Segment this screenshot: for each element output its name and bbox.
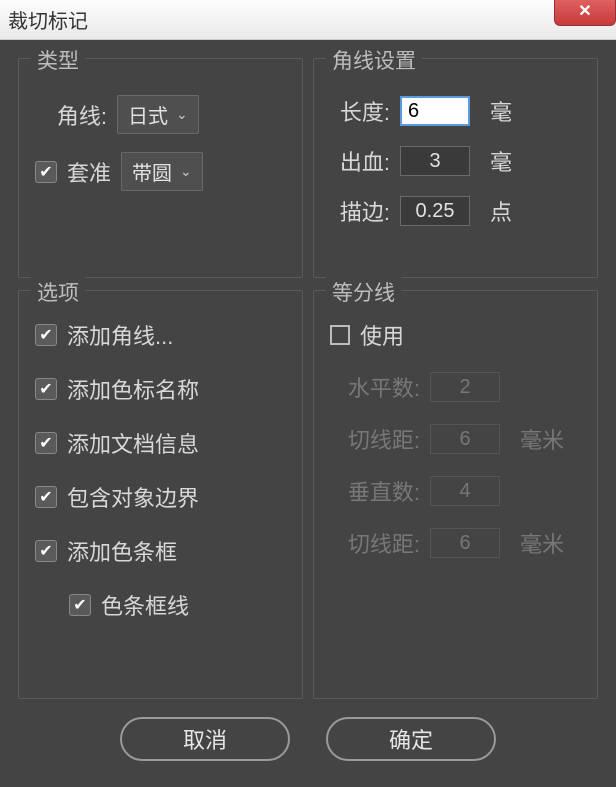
button-bar: 取消 确定	[18, 699, 598, 769]
group-title-corner: 角线设置	[326, 45, 422, 75]
h-dist-unit: 毫米	[520, 423, 564, 455]
option-row: 添加文档信息	[35, 427, 286, 459]
row-length: 长度: 毫	[330, 95, 581, 127]
length-unit: 毫	[490, 95, 512, 127]
option-row: 添加角线...	[35, 319, 286, 351]
group-dividers: 等分线 使用 水平数: 切线距: 毫米 垂直数:	[313, 290, 598, 699]
registration-checkbox[interactable]	[35, 161, 57, 183]
row-registration: 套准 带圆 ⌄	[35, 152, 286, 191]
group-title-dividers: 等分线	[326, 277, 401, 307]
option-label: 色条框线	[101, 589, 189, 621]
option-label: 添加色标名称	[67, 373, 199, 405]
chevron-down-icon: ⌄	[180, 163, 192, 180]
option-label: 添加文档信息	[67, 427, 199, 459]
row-use-dividers: 使用	[330, 319, 581, 351]
option-checkbox[interactable]	[35, 486, 57, 508]
v-dist-unit: 毫米	[520, 527, 564, 559]
h-count-label: 水平数:	[330, 371, 420, 403]
row-v-count: 垂直数:	[330, 475, 581, 507]
ok-button-label: 确定	[389, 723, 433, 755]
bleed-label: 出血:	[330, 145, 390, 177]
group-options: 选项 添加角线...添加色标名称添加文档信息包含对象边界添加色条框色条框线	[18, 290, 303, 699]
window-title: 裁切标记	[8, 5, 88, 34]
use-dividers-checkbox[interactable]	[330, 325, 350, 345]
close-icon: ✕	[578, 1, 591, 21]
registration-value: 带圆	[132, 157, 172, 186]
group-type: 类型 角线: 日式 ⌄ 套准 带圆 ⌄	[18, 58, 303, 278]
v-count-input	[430, 476, 500, 506]
v-dist-input	[430, 528, 500, 558]
row-stroke: 描边: 点	[330, 195, 581, 227]
h-count-input	[430, 372, 500, 402]
option-checkbox[interactable]	[35, 432, 57, 454]
stroke-input[interactable]	[400, 196, 470, 226]
v-dist-label: 切线距:	[330, 527, 420, 559]
row-v-dist: 切线距: 毫米	[330, 527, 581, 559]
registration-select[interactable]: 带圆 ⌄	[121, 152, 203, 191]
cancel-button-label: 取消	[183, 723, 227, 755]
use-dividers-label: 使用	[360, 319, 404, 351]
group-corner-settings: 角线设置 长度: 毫 出血: 毫 描边: 点	[313, 58, 598, 278]
bleed-unit: 毫	[490, 145, 512, 177]
row-h-dist: 切线距: 毫米	[330, 423, 581, 455]
option-label: 添加色条框	[67, 535, 177, 567]
option-row: 色条框线	[69, 589, 286, 621]
row-corner-style: 角线: 日式 ⌄	[35, 95, 286, 134]
row-h-count: 水平数:	[330, 371, 581, 403]
length-label: 长度:	[330, 95, 390, 127]
titlebar: 裁切标记 ✕	[0, 0, 616, 40]
option-checkbox[interactable]	[69, 594, 91, 616]
group-title-options: 选项	[31, 277, 85, 307]
length-input[interactable]	[400, 96, 470, 126]
ok-button[interactable]: 确定	[326, 717, 496, 761]
close-button[interactable]: ✕	[554, 0, 616, 26]
row-bleed: 出血: 毫	[330, 145, 581, 177]
option-checkbox[interactable]	[35, 324, 57, 346]
option-checkbox[interactable]	[35, 378, 57, 400]
option-row: 包含对象边界	[35, 481, 286, 513]
h-dist-input	[430, 424, 500, 454]
stroke-unit: 点	[490, 195, 512, 227]
bleed-input[interactable]	[400, 146, 470, 176]
corner-style-value: 日式	[128, 100, 168, 129]
group-title-type: 类型	[31, 45, 85, 75]
cancel-button[interactable]: 取消	[120, 717, 290, 761]
corner-style-select[interactable]: 日式 ⌄	[117, 95, 199, 134]
stroke-label: 描边:	[330, 195, 390, 227]
option-label: 添加角线...	[67, 319, 173, 351]
h-dist-label: 切线距:	[330, 423, 420, 455]
option-checkbox[interactable]	[35, 540, 57, 562]
dialog-window: 裁切标记 ✕ 类型 角线: 日式 ⌄ 套准	[0, 0, 616, 787]
dialog-content: 类型 角线: 日式 ⌄ 套准 带圆 ⌄	[0, 40, 616, 787]
v-count-label: 垂直数:	[330, 475, 420, 507]
option-row: 添加色标名称	[35, 373, 286, 405]
option-label: 包含对象边界	[67, 481, 199, 513]
corner-style-label: 角线:	[35, 99, 107, 131]
chevron-down-icon: ⌄	[176, 106, 188, 123]
option-row: 添加色条框	[35, 535, 286, 567]
registration-label: 套准	[67, 156, 111, 188]
panels: 类型 角线: 日式 ⌄ 套准 带圆 ⌄	[18, 58, 598, 699]
